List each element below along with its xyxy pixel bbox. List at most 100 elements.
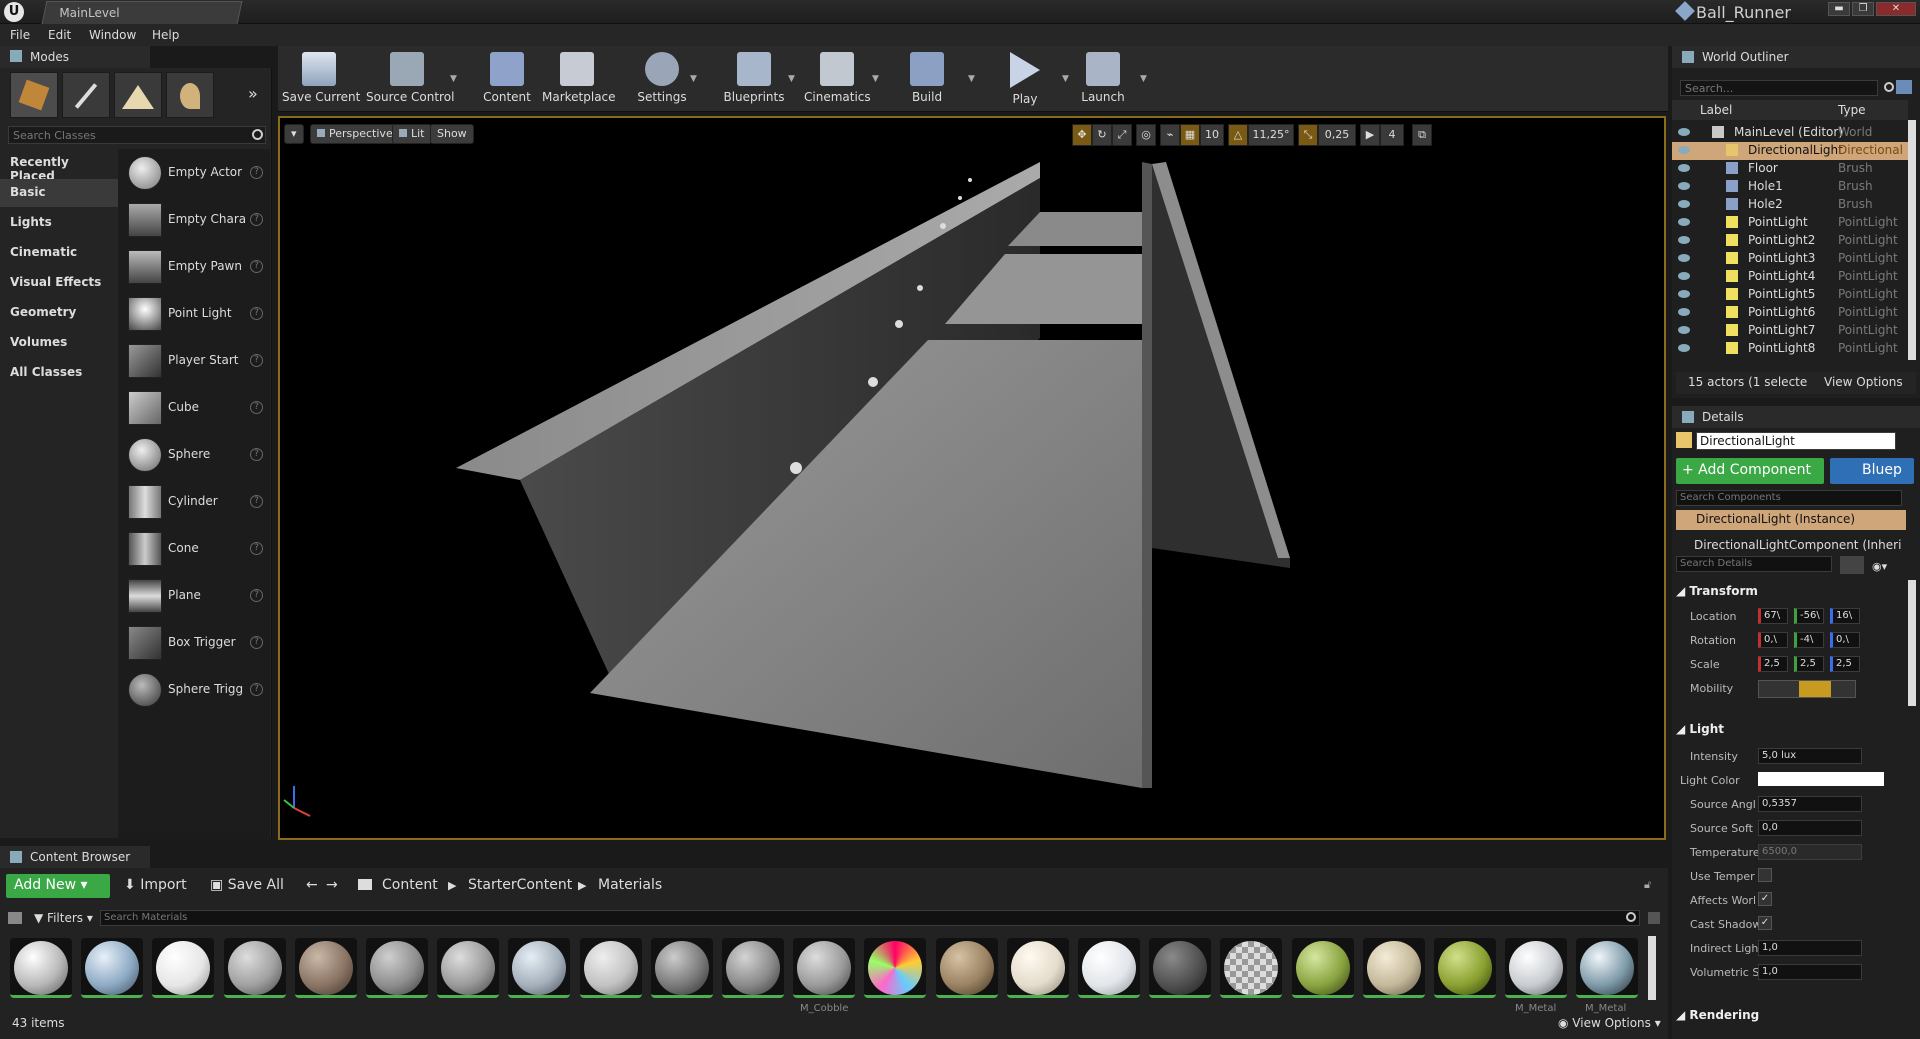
blueprint-button[interactable]: Bluep — [1830, 458, 1914, 484]
mobility-toggle[interactable] — [1758, 680, 1856, 698]
translate-tool-icon[interactable]: ✥ — [1072, 124, 1092, 146]
visibility-eye-icon[interactable] — [1678, 326, 1690, 334]
source-control-button[interactable]: Source Control — [366, 48, 454, 110]
material-thumbnail[interactable] — [1149, 938, 1212, 998]
sources-toggle-icon[interactable] — [8, 912, 22, 924]
help-icon[interactable]: ? — [250, 354, 263, 367]
visibility-eye-icon[interactable] — [1678, 272, 1690, 280]
scale-snap-icon[interactable]: ⤡ — [1298, 124, 1318, 146]
material-thumbnail[interactable] — [294, 938, 357, 998]
world-outliner-tab[interactable]: World Outliner — [1672, 46, 1920, 68]
content-browser-tab[interactable]: Content Browser — [0, 846, 150, 868]
visibility-eye-icon[interactable] — [1678, 254, 1690, 262]
menu-help[interactable]: Help — [152, 28, 179, 42]
outliner-row[interactable]: MainLevel (Editor) World — [1672, 124, 1908, 142]
help-icon[interactable]: ? — [250, 448, 263, 461]
visibility-eye-icon[interactable] — [1678, 182, 1690, 190]
visibility-eye-icon[interactable] — [1678, 308, 1690, 316]
type-column-header[interactable]: Type — [1838, 103, 1866, 117]
outliner-row[interactable]: Hole1 Brush — [1672, 178, 1908, 196]
scale-z[interactable]: 2,5 — [1830, 656, 1860, 672]
place-mode-button[interactable] — [10, 72, 58, 118]
help-icon[interactable]: ? — [250, 260, 263, 273]
affects-world-checkbox[interactable]: ✓ — [1758, 892, 1772, 906]
place-item[interactable]: Empty Pawn? — [126, 246, 266, 290]
rotate-tool-icon[interactable]: ↻ — [1092, 124, 1112, 146]
dropdown-arrow-icon[interactable]: ▼ — [788, 74, 795, 84]
material-thumbnail[interactable] — [1362, 938, 1425, 998]
maximize-button[interactable]: ❐ — [1852, 2, 1874, 16]
path-content[interactable]: Content — [382, 877, 438, 893]
material-thumbnail[interactable] — [508, 938, 571, 998]
category-visual-effects[interactable]: Visual Effects — [0, 269, 118, 297]
level-viewport[interactable]: ▾ Perspective Lit Show ✥ ↻ ⤢ ◎ ⌁ ▦ 10 △ … — [278, 116, 1666, 840]
place-item[interactable]: Empty Actor? — [126, 152, 266, 196]
lit-button[interactable]: Lit — [392, 124, 432, 144]
place-item[interactable]: Sphere? — [126, 434, 266, 478]
material-thumbnail[interactable] — [366, 938, 428, 998]
category-lights[interactable]: Lights — [0, 209, 118, 237]
visibility-eye-icon[interactable] — [1678, 344, 1690, 352]
scale-snap-value[interactable]: 0,25 — [1318, 124, 1356, 146]
visibility-eye-icon[interactable] — [1678, 146, 1690, 154]
rotation-y[interactable]: -4\ — [1794, 632, 1824, 648]
path-materials[interactable]: Materials — [598, 877, 662, 893]
outliner-row[interactable]: PointLight2 PointLight — [1672, 232, 1908, 250]
temperature-field[interactable]: 6500,0 — [1758, 844, 1862, 860]
world-space-icon[interactable]: ◎ — [1136, 124, 1156, 146]
material-thumbnail[interactable] — [579, 938, 642, 998]
outliner-row[interactable]: PointLight8 PointLight — [1672, 340, 1908, 358]
scale-x[interactable]: 2,5 — [1758, 656, 1788, 672]
expand-modes-icon[interactable]: » — [248, 84, 258, 103]
intensity-field[interactable]: 5,0 lux — [1758, 748, 1862, 764]
category-basic[interactable]: Basic — [0, 179, 118, 207]
show-button[interactable]: Show — [430, 124, 474, 144]
grid-snap-icon[interactable]: ▦ — [1180, 124, 1200, 146]
search-classes-input[interactable]: Search Classes — [8, 126, 266, 144]
material-thumbnail[interactable] — [437, 938, 500, 998]
perspective-button[interactable]: Perspective — [310, 124, 400, 144]
instance-row[interactable]: DirectionalLight (Instance) — [1676, 510, 1906, 530]
viewport-options-button[interactable]: ▾ — [284, 124, 304, 144]
rotation-z[interactable]: 0,\ — [1830, 632, 1860, 648]
dropdown-arrow-icon[interactable]: ▼ — [1062, 74, 1069, 84]
outliner-row[interactable]: PointLight7 PointLight — [1672, 322, 1908, 340]
volumetric-field[interactable]: 1,0 — [1758, 964, 1862, 980]
material-thumbnail[interactable] — [864, 938, 927, 998]
add-new-button[interactable]: Add New ▾ — [6, 874, 110, 898]
material-thumbnail[interactable] — [1505, 938, 1568, 998]
component-row[interactable]: DirectionalLightComponent (Inheri — [1694, 538, 1901, 552]
landscape-mode-button[interactable] — [114, 72, 162, 118]
foliage-mode-button[interactable] — [166, 72, 214, 118]
save-all-button[interactable]: ▣ Save All — [210, 877, 284, 893]
minimize-button[interactable]: ▬ — [1828, 2, 1850, 16]
material-thumbnail[interactable] — [650, 938, 713, 998]
source-angle-field[interactable]: 0,5357 — [1758, 796, 1862, 812]
content-button[interactable]: Content — [482, 48, 532, 110]
material-thumbnail[interactable] — [1078, 938, 1140, 998]
dropdown-arrow-icon[interactable]: ▼ — [450, 74, 457, 84]
transform-section[interactable]: ◢ Transform — [1676, 584, 1758, 598]
outliner-scrollbar[interactable] — [1908, 120, 1916, 360]
camera-speed-icon[interactable]: ▶ — [1360, 124, 1380, 146]
outliner-row[interactable]: Hole2 Brush — [1672, 196, 1908, 214]
visibility-eye-icon[interactable] — [1678, 218, 1690, 226]
outliner-row[interactable]: PointLight4 PointLight — [1672, 268, 1908, 286]
menu-window[interactable]: Window — [89, 28, 136, 42]
label-column-header[interactable]: Label — [1700, 103, 1732, 117]
material-thumbnail[interactable] — [1576, 938, 1639, 998]
category-recently-placed[interactable]: Recently Placed — [0, 149, 118, 183]
settings-button[interactable]: Settings — [636, 48, 688, 110]
stationary-option[interactable] — [1799, 681, 1831, 697]
place-item[interactable]: Plane? — [126, 575, 266, 619]
maximize-viewport-icon[interactable]: ⧉ — [1412, 124, 1432, 146]
help-icon[interactable]: ? — [250, 636, 263, 649]
outliner-row[interactable]: PointLight6 PointLight — [1672, 304, 1908, 322]
rendering-section[interactable]: ◢ Rendering — [1676, 1008, 1759, 1022]
help-icon[interactable]: ? — [250, 401, 263, 414]
light-color-swatch[interactable] — [1758, 772, 1884, 786]
marketplace-button[interactable]: Marketplace — [542, 48, 616, 110]
cinematics-button[interactable]: Cinematics — [804, 48, 871, 110]
add-component-button[interactable]: + Add Component — [1676, 458, 1824, 484]
help-icon[interactable]: ? — [250, 166, 263, 179]
